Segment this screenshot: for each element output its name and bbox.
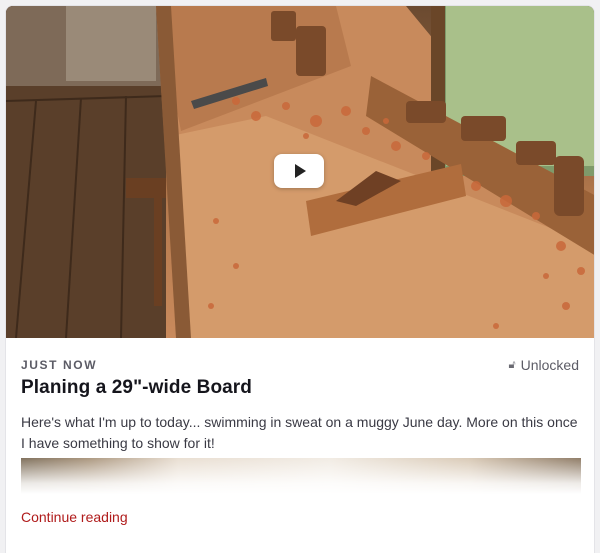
video-thumbnail[interactable] xyxy=(6,6,594,338)
post-card[interactable]: JUST NOW 🔓︎ Unlocked Planing a 29"-wide … xyxy=(5,5,595,553)
preview-fade xyxy=(21,458,581,494)
lock-status-label: Unlocked xyxy=(520,357,579,373)
post-title[interactable]: Planing a 29"-wide Board xyxy=(21,377,252,399)
lock-status: 🔓︎ Unlocked xyxy=(508,357,579,373)
unlocked-icon: 🔓︎ xyxy=(508,358,516,371)
post-timestamp: JUST NOW xyxy=(21,358,98,372)
continue-reading-link[interactable]: Continue reading xyxy=(21,509,128,525)
post-excerpt: Here's what I'm up to today... swimming … xyxy=(21,414,578,451)
post-meta: JUST NOW 🔓︎ Unlocked xyxy=(21,357,579,374)
play-icon xyxy=(295,164,306,178)
image-preview xyxy=(21,458,581,494)
play-button[interactable] xyxy=(274,154,324,188)
